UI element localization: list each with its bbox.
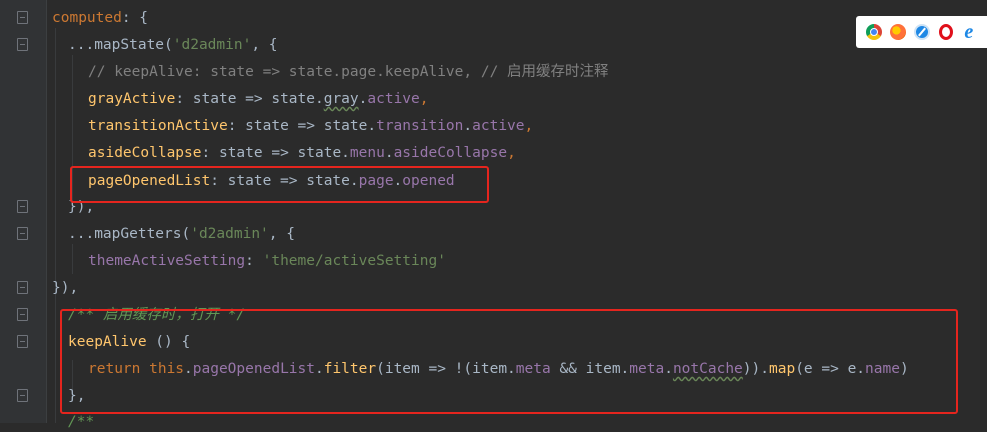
code-token: }), (52, 280, 79, 296)
code-token: active (472, 118, 525, 134)
code-token: : state => state. (175, 91, 324, 107)
code-token: : (245, 253, 263, 269)
code-token: transitionActive (88, 118, 228, 134)
code-line: /** (68, 412, 94, 432)
code-token: computed (52, 10, 122, 26)
code-token: asideCollapse (88, 145, 202, 161)
fold-icon[interactable] (17, 281, 28, 294)
code-line: computed: { (52, 8, 148, 28)
ie-icon[interactable]: e (961, 22, 977, 42)
chrome-icon[interactable] (866, 24, 883, 40)
code-doc-comment: /** (68, 414, 95, 430)
code-comment: // keepAlive: state => state.page.keepAl… (88, 64, 609, 80)
fold-icon[interactable] (17, 38, 28, 51)
code-token: : state => state. (227, 118, 377, 134)
editor-gutter (0, 0, 47, 423)
code-token: : { (121, 10, 149, 26)
code-token: , { (268, 226, 295, 242)
code-token: , (524, 118, 534, 134)
code-token: : state => state. (201, 145, 350, 161)
code-line: ...mapGetters('d2admin', { (68, 224, 295, 244)
code-token: ...mapState( (68, 37, 173, 53)
code-line: transitionActive: state => state.transit… (88, 116, 533, 136)
browser-toolbar: e (856, 16, 987, 48)
code-token: , (507, 145, 516, 161)
code-line: themeActiveSetting: 'theme/activeSetting… (88, 251, 446, 271)
highlight-box-pageopenedlist (70, 166, 489, 203)
code-line: asideCollapse: state => state.menu.aside… (88, 143, 516, 163)
code-line: // keepAlive: state => state.page.keepAl… (88, 62, 609, 82)
indent-guide (72, 244, 73, 274)
highlight-box-keepalive (60, 309, 958, 414)
code-token: active (367, 91, 420, 107)
fold-icon[interactable] (17, 335, 28, 348)
opera-icon[interactable] (938, 24, 953, 40)
indent-guide (55, 28, 56, 423)
code-token: ...mapGetters( (68, 226, 191, 242)
code-token: . (463, 118, 473, 134)
safari-icon[interactable] (914, 24, 931, 40)
code-token: , { (251, 37, 278, 53)
code-token: gray (323, 91, 359, 107)
fold-icon[interactable] (17, 200, 28, 213)
code-token: , (419, 91, 429, 107)
code-token: themeActiveSetting (88, 253, 246, 269)
code-token: transition (376, 118, 464, 134)
code-token: menu (349, 145, 385, 161)
firefox-icon[interactable] (890, 24, 907, 40)
code-line: grayActive: state => state.gray.active, (88, 89, 429, 109)
code-token: 'theme/activeSetting' (262, 253, 446, 269)
fold-icon[interactable] (17, 308, 28, 321)
code-line: }), (52, 278, 78, 298)
fold-icon[interactable] (17, 227, 28, 240)
code-token: grayActive (88, 91, 176, 107)
code-token: . (384, 145, 394, 161)
code-line: ...mapState('d2admin', { (68, 35, 278, 55)
fold-icon[interactable] (17, 11, 28, 24)
code-token: asideCollapse (393, 145, 508, 161)
code-token: 'd2admin' (190, 226, 269, 242)
code-token: 'd2admin' (172, 37, 252, 53)
fold-icon[interactable] (17, 389, 28, 402)
